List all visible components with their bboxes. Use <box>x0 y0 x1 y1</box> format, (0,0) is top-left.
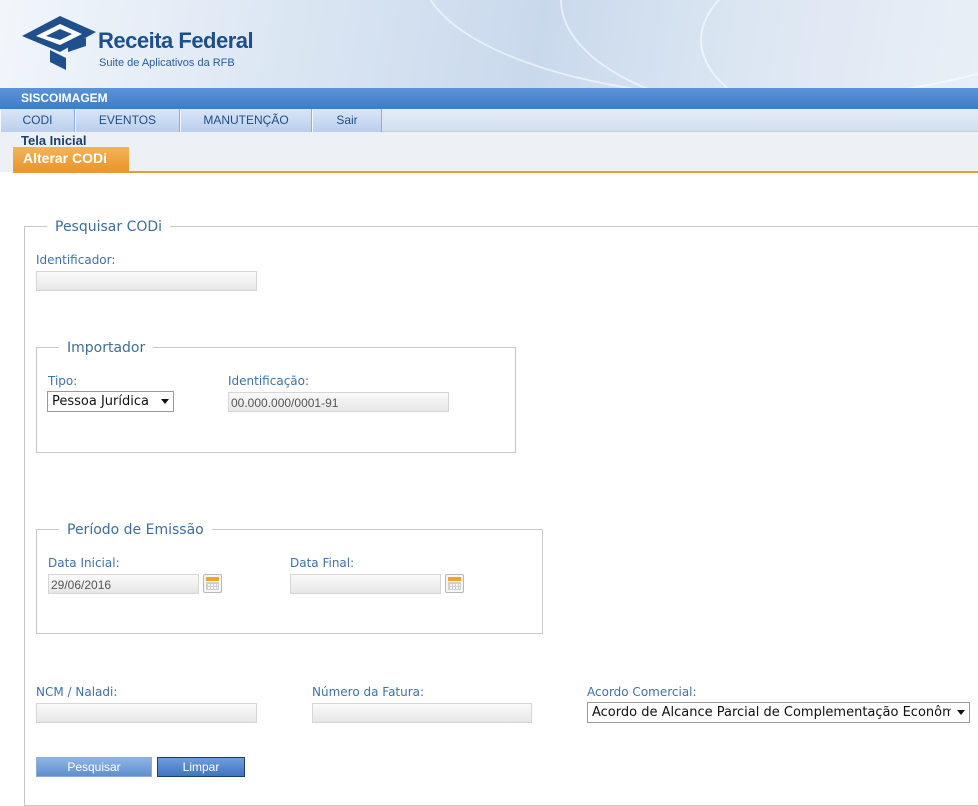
identificacao-label: Identificação: <box>228 374 310 388</box>
fatura-input[interactable] <box>312 703 532 723</box>
main-menu: CODI EVENTOS MANUTENÇÃO Sair <box>0 109 978 132</box>
tipo-label: Tipo: <box>48 374 78 388</box>
app-header: Receita Federal Suite de Aplicativos da … <box>0 0 978 88</box>
brand-title: Receita Federal <box>98 28 254 53</box>
data-inicial-input[interactable]: 29/06/2016 <box>48 574 199 594</box>
identificacao-input[interactable]: 00.000.000/0001-91 <box>228 392 449 412</box>
menu-item-sair[interactable]: Sair <box>312 109 382 132</box>
chevron-down-icon <box>161 399 169 404</box>
menu-item-eventos[interactable]: EVENTOS <box>75 109 180 132</box>
acordo-select-value: Acordo de Alcance Parcial de Complementa… <box>592 705 951 720</box>
acordo-label: Acordo Comercial: <box>587 685 697 699</box>
receita-federal-logo <box>20 14 98 74</box>
ncm-label: NCM / Naladi: <box>36 685 118 699</box>
identificador-label: Identificador: <box>36 253 116 267</box>
menu-item-manutencao[interactable]: MANUTENÇÃO <box>180 109 312 132</box>
data-final-input[interactable] <box>290 574 441 594</box>
importador-legend: Importador <box>59 339 154 357</box>
tipo-select[interactable]: Pessoa Jurídica <box>47 391 174 412</box>
header-decoration <box>700 0 978 88</box>
data-inicial-label: Data Inicial: <box>48 556 120 570</box>
tab-alterar-codi[interactable]: Alterar CODi <box>13 147 129 171</box>
menu-item-codi[interactable]: CODI <box>0 109 75 132</box>
pesquisar-button[interactable]: Pesquisar <box>36 757 152 777</box>
data-final-label: Data Final: <box>290 556 355 570</box>
identificador-input[interactable] <box>36 271 257 291</box>
search-legend: Pesquisar CODi <box>47 218 171 236</box>
breadcrumb[interactable]: Tela Inicial <box>21 133 87 148</box>
brand-subtitle: Suite de Aplicativos da RFB <box>99 57 235 69</box>
breadcrumb-area <box>0 132 978 172</box>
acordo-select[interactable]: Acordo de Alcance Parcial de Complementa… <box>587 702 970 723</box>
tab-divider <box>13 171 978 173</box>
calendar-icon[interactable] <box>203 574 222 593</box>
calendar-icon[interactable] <box>445 574 464 593</box>
periodo-legend: Período de Emissão <box>59 521 212 539</box>
system-name-bar: SISCOIMAGEM <box>0 88 978 109</box>
tipo-select-value: Pessoa Jurídica <box>52 394 149 409</box>
ncm-input[interactable] <box>36 703 257 723</box>
chevron-down-icon <box>957 710 965 715</box>
limpar-button[interactable]: Limpar <box>157 757 245 777</box>
fatura-label: Número da Fatura: <box>312 685 425 699</box>
